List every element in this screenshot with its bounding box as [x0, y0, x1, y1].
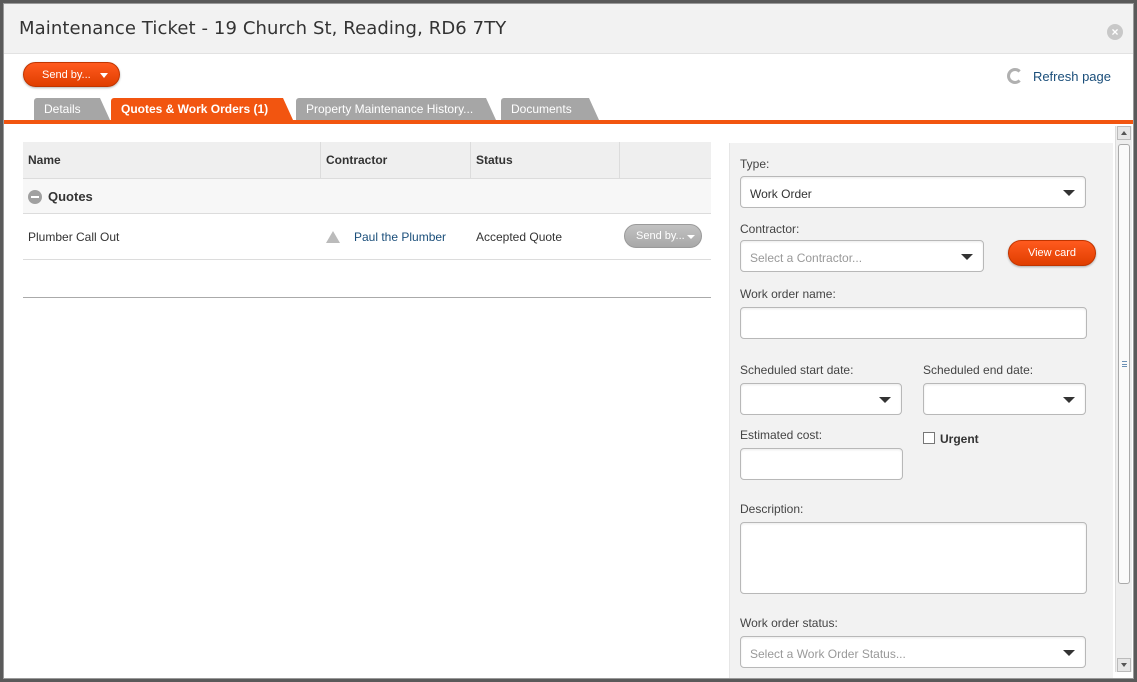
scroll-down-arrow-icon[interactable] — [1117, 658, 1131, 672]
form-scrollbar[interactable] — [1115, 126, 1132, 672]
table-row[interactable]: Plumber Call Out Paul the Plumber Accept… — [23, 214, 711, 260]
chevron-down-icon — [1063, 397, 1075, 403]
dialog-header: Maintenance Ticket - 19 Church St, Readi… — [4, 4, 1133, 54]
group-label: Quotes — [48, 189, 93, 204]
type-label: Type: — [740, 157, 770, 171]
dialog-title: Maintenance Ticket - 19 Church St, Readi… — [19, 18, 507, 39]
end-date-select[interactable] — [923, 383, 1086, 415]
row-name: Plumber Call Out — [28, 230, 120, 244]
quotes-table: Name Contractor Status Quotes Plumber Ca… — [23, 142, 711, 260]
scroll-up-arrow-icon[interactable] — [1117, 126, 1131, 140]
estimated-cost-input[interactable] — [740, 448, 903, 480]
chevron-down-icon — [1063, 650, 1075, 656]
urgent-checkbox[interactable] — [923, 432, 935, 444]
chevron-down-icon — [961, 254, 973, 260]
refresh-icon[interactable] — [1007, 68, 1023, 84]
chevron-down-icon — [879, 397, 891, 403]
caret-down-icon — [100, 73, 108, 78]
caret-down-icon — [687, 235, 695, 239]
column-header-name[interactable]: Name — [23, 142, 321, 179]
close-icon[interactable]: × — [1107, 24, 1123, 40]
maintenance-ticket-dialog: Maintenance Ticket - 19 Church St, Readi… — [3, 3, 1134, 679]
table-bottom-divider — [23, 297, 711, 298]
collapse-minus-icon[interactable] — [28, 190, 42, 204]
view-card-button[interactable]: View card — [1008, 240, 1096, 266]
row-send-by-label: Send by... — [636, 230, 685, 242]
type-value: Work Order — [750, 187, 812, 201]
group-row-quotes[interactable]: Quotes — [23, 179, 711, 214]
description-textarea[interactable] — [740, 522, 1087, 594]
estimated-cost-label: Estimated cost: — [740, 428, 823, 442]
grip-icon — [1122, 361, 1127, 367]
end-date-label: Scheduled end date: — [923, 363, 1034, 377]
contractor-link[interactable]: Paul the Plumber — [354, 230, 446, 244]
work-order-name-input[interactable] — [740, 307, 1087, 339]
chevron-down-icon — [1063, 190, 1075, 196]
row-status: Accepted Quote — [476, 230, 563, 244]
column-header-actions — [620, 142, 711, 179]
urgent-label[interactable]: Urgent — [940, 432, 979, 446]
scrollbar-thumb[interactable] — [1118, 144, 1130, 584]
contractor-placeholder: Select a Contractor... — [750, 251, 863, 265]
tab-quotes-work-orders[interactable]: Quotes & Work Orders (1) — [111, 98, 293, 120]
tab-property-maintenance-history[interactable]: Property Maintenance History... — [296, 98, 496, 120]
row-send-by-button[interactable]: Send by... — [624, 224, 702, 248]
work-order-name-label: Work order name: — [740, 287, 836, 301]
work-order-status-label: Work order status: — [740, 616, 838, 630]
start-date-label: Scheduled start date: — [740, 363, 854, 377]
contractor-label: Contractor: — [740, 222, 800, 236]
column-header-status[interactable]: Status — [471, 142, 620, 179]
work-order-form: Type: Work Order Contractor: Select a Co… — [729, 143, 1113, 678]
contractor-select[interactable]: Select a Contractor... — [740, 240, 984, 272]
tab-underline — [4, 120, 1133, 124]
send-by-button[interactable]: Send by... — [23, 62, 120, 87]
contractor-tools-icon — [326, 231, 340, 243]
tab-documents[interactable]: Documents — [501, 98, 599, 120]
refresh-page-link[interactable]: Refresh page — [1033, 69, 1111, 84]
column-header-contractor[interactable]: Contractor — [321, 142, 471, 179]
tab-bar: Details Quotes & Work Orders (1) Propert… — [34, 98, 734, 120]
table-header: Name Contractor Status — [23, 142, 711, 179]
start-date-select[interactable] — [740, 383, 902, 415]
type-select[interactable]: Work Order — [740, 176, 1086, 208]
work-order-status-select[interactable]: Select a Work Order Status... — [740, 636, 1086, 668]
tab-details[interactable]: Details — [34, 98, 110, 120]
work-order-status-placeholder: Select a Work Order Status... — [750, 647, 906, 661]
send-by-label: Send by... — [42, 69, 91, 81]
description-label: Description: — [740, 502, 804, 516]
